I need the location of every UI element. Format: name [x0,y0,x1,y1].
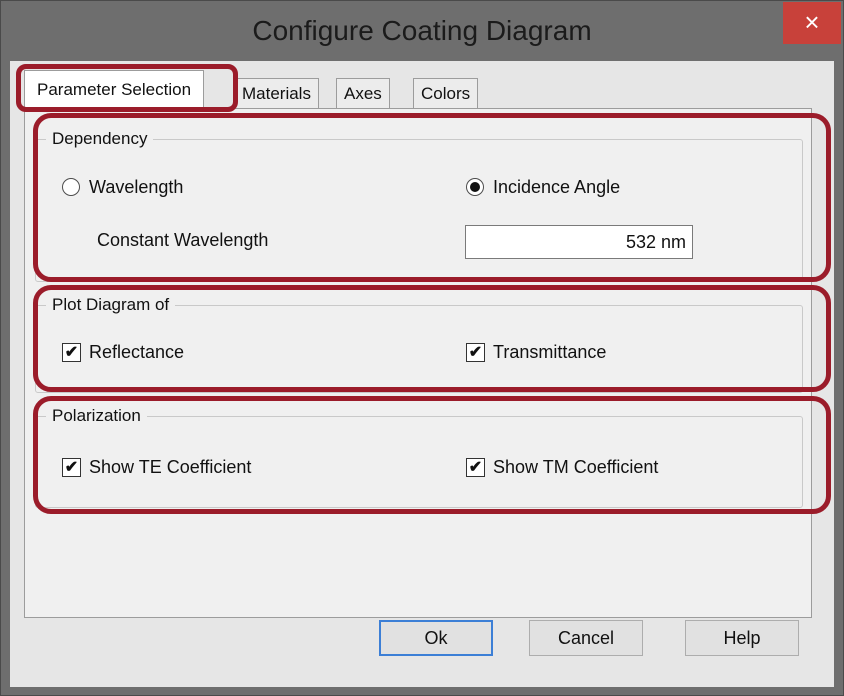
wavelength-radio[interactable]: Wavelength [62,175,183,199]
plot-diagram-group: Plot Diagram of ✔ Reflectance ✔ Transmit… [35,295,803,393]
tab-strip: Parameter Selection Materials Axes Color… [10,61,834,110]
dialog-window: Configure Coating Diagram × Parameter Se… [0,0,844,696]
tab-materials[interactable]: Materials [234,78,319,108]
cancel-button[interactable]: Cancel [529,620,643,656]
show-te-coefficient-label: Show TE Coefficient [89,456,252,477]
transmittance-checkmark-icon[interactable]: ✔ [466,342,485,362]
show-tm-coefficient-checkbox[interactable]: ✔ Show TM Coefficient [466,455,658,479]
incidence-angle-radio[interactable]: Incidence Angle [466,175,620,199]
close-button[interactable]: × [783,2,841,44]
tab-panel-parameter-selection: Dependency Wavelength Incidence Angle Co… [24,108,812,618]
wavelength-radio-indicator[interactable] [62,178,80,196]
polarization-group: Polarization ✔ Show TE Coefficient ✔ Sho… [35,406,803,508]
incidence-angle-radio-indicator[interactable] [466,178,484,196]
tab-parameter-selection[interactable]: Parameter Selection [24,70,205,110]
transmittance-checkbox[interactable]: ✔ Transmittance [466,340,606,364]
show-tm-coefficient-label: Show TM Coefficient [493,456,659,477]
ok-button[interactable]: Ok [379,620,493,656]
reflectance-checkmark-icon[interactable]: ✔ [62,342,81,362]
constant-wavelength-field[interactable]: 532 nm [465,225,693,259]
close-icon: × [804,7,820,37]
dependency-group-title: Dependency [46,129,154,149]
show-tm-checkmark-icon[interactable]: ✔ [466,457,485,477]
constant-wavelength-label: Constant Wavelength [97,230,269,250]
wavelength-radio-label: Wavelength [89,176,184,197]
window-title: Configure Coating Diagram [252,15,592,46]
plot-diagram-group-title: Plot Diagram of [46,295,176,315]
tab-axes[interactable]: Axes [336,78,390,108]
transmittance-label: Transmittance [493,341,607,362]
dependency-group: Dependency Wavelength Incidence Angle Co… [35,129,803,282]
show-te-checkmark-icon[interactable]: ✔ [62,457,81,477]
show-te-coefficient-checkbox[interactable]: ✔ Show TE Coefficient [62,455,251,479]
polarization-group-title: Polarization [46,406,147,426]
reflectance-checkbox[interactable]: ✔ Reflectance [62,340,184,364]
tab-colors[interactable]: Colors [413,78,479,108]
reflectance-label: Reflectance [89,341,185,362]
dialog-client-area: Parameter Selection Materials Axes Color… [10,61,834,687]
incidence-angle-radio-label: Incidence Angle [493,176,621,197]
help-button[interactable]: Help [685,620,799,656]
